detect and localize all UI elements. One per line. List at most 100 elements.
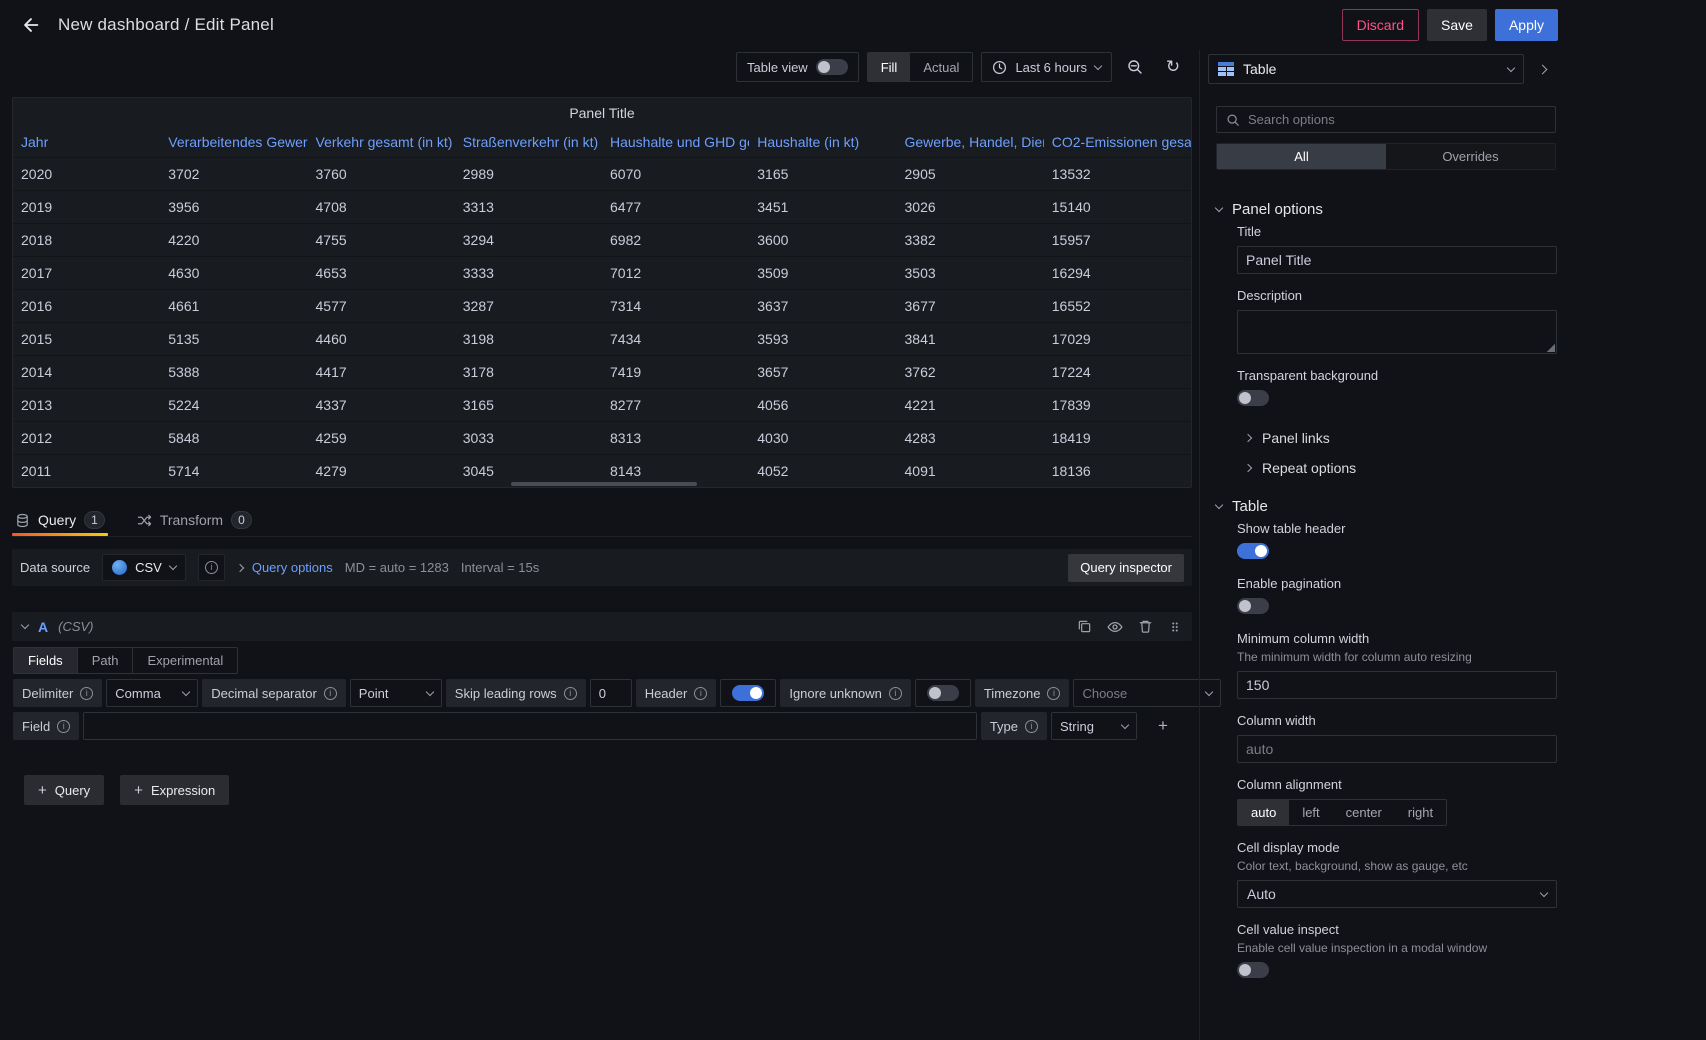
column-header[interactable]: Haushalte und GHD ge [602, 127, 749, 158]
type-select[interactable]: String [1051, 712, 1137, 740]
alignment-right[interactable]: right [1395, 800, 1446, 825]
page-title: New dashboard / Edit Panel [58, 15, 274, 35]
min-column-width-input[interactable] [1237, 671, 1557, 699]
header-toggle[interactable] [732, 685, 764, 701]
table-cell: 8277 [602, 389, 749, 422]
column-header[interactable]: Verarbeitendes Gewerl [160, 127, 307, 158]
display-mode-fill[interactable]: Fill [868, 53, 911, 81]
table-view-toggle[interactable] [816, 59, 848, 75]
horizontal-scrollbar[interactable] [511, 482, 697, 486]
table-cell: 3382 [897, 224, 1044, 257]
hide-query-icon[interactable] [1107, 619, 1123, 635]
tab-transform[interactable]: Transform 0 [134, 504, 255, 536]
alignment-center[interactable]: center [1333, 800, 1395, 825]
back-button[interactable] [16, 10, 46, 40]
plus-icon: + [1158, 716, 1168, 736]
table-cell: 4091 [897, 455, 1044, 488]
display-mode-actual[interactable]: Actual [910, 53, 972, 81]
table-row: 202037023760298960703165290513532 [13, 158, 1191, 191]
ignore-unknown-toggle[interactable] [927, 685, 959, 701]
info-icon[interactable] [564, 687, 577, 700]
table-cell: 2013 [13, 389, 160, 422]
field-name-input[interactable] [83, 712, 977, 740]
apply-button[interactable]: Apply [1495, 9, 1558, 41]
info-icon[interactable] [694, 687, 707, 700]
section-panel-options[interactable]: Panel options [1216, 194, 1557, 224]
options-search-input[interactable] [1248, 112, 1546, 127]
transparent-background-toggle[interactable] [1237, 390, 1269, 406]
tab-path[interactable]: Path [77, 648, 133, 673]
save-button[interactable]: Save [1427, 9, 1487, 41]
add-field-button[interactable]: + [1149, 712, 1177, 740]
table-cell: 4460 [308, 323, 455, 356]
column-width-input[interactable] [1237, 735, 1557, 763]
delete-query-icon[interactable] [1138, 619, 1153, 634]
table-cell: 3760 [308, 158, 455, 191]
query-editor-header[interactable]: A (CSV) [12, 612, 1192, 641]
delimiter-select[interactable]: Comma [106, 679, 198, 707]
tab-fields[interactable]: Fields [14, 648, 77, 673]
table-cell: 5388 [160, 356, 307, 389]
table-cell: 5135 [160, 323, 307, 356]
cell-value-inspect-toggle[interactable] [1237, 962, 1269, 978]
alignment-auto[interactable]: auto [1238, 800, 1289, 825]
info-icon[interactable] [889, 687, 902, 700]
panel-title[interactable]: Panel Title [13, 98, 1191, 127]
cell-display-mode-label: Cell display mode [1237, 840, 1557, 855]
decimal-separator-select[interactable]: Point [350, 679, 442, 707]
info-icon[interactable] [324, 687, 337, 700]
tab-all[interactable]: All [1217, 144, 1386, 169]
discard-button[interactable]: Discard [1342, 9, 1419, 41]
info-icon[interactable] [80, 687, 93, 700]
ignore-unknown-switch-box [915, 679, 971, 707]
enable-pagination-toggle[interactable] [1237, 598, 1269, 614]
column-header[interactable]: Straßenverkehr (in kt) [455, 127, 602, 158]
options-search[interactable] [1216, 106, 1556, 133]
table-cell: 16294 [1044, 257, 1191, 290]
table-cell: 3657 [749, 356, 896, 389]
collapse-options-button[interactable] [1528, 54, 1556, 84]
alignment-left[interactable]: left [1289, 800, 1332, 825]
time-range-picker[interactable]: Last 6 hours [981, 52, 1112, 82]
section-repeat-options[interactable]: Repeat options [1245, 453, 1557, 483]
table-cell: 3600 [749, 224, 896, 257]
show-table-header-toggle[interactable] [1237, 543, 1269, 559]
query-options-toggle[interactable]: Query options [237, 560, 333, 575]
datasource-help-button[interactable] [198, 554, 225, 581]
skip-leading-rows-input[interactable] [590, 679, 632, 707]
table-cell: 3593 [749, 323, 896, 356]
table-cell: 2989 [455, 158, 602, 191]
resize-handle-icon[interactable] [1547, 344, 1555, 352]
panel-title-input[interactable] [1237, 246, 1557, 274]
column-header[interactable]: Verkehr gesamt (in kt) [308, 127, 455, 158]
tab-experimental[interactable]: Experimental [132, 648, 237, 673]
table-cell: 4220 [160, 224, 307, 257]
query-inspector-button[interactable]: Query inspector [1068, 554, 1184, 582]
visualization-picker[interactable]: Table [1208, 54, 1524, 84]
section-table-options[interactable]: Table [1216, 491, 1557, 521]
column-header[interactable]: Haushalte (in kt) [749, 127, 896, 158]
refresh-button[interactable]: ↻ [1158, 52, 1188, 82]
add-expression-button[interactable]: + Expression [120, 775, 229, 805]
tab-overrides[interactable]: Overrides [1386, 144, 1555, 169]
description-label: Description [1237, 288, 1557, 303]
drag-handle-icon[interactable] [1168, 620, 1182, 634]
column-header[interactable]: Gewerbe, Handel, Dien [897, 127, 1044, 158]
description-textarea[interactable] [1237, 310, 1557, 354]
duplicate-icon[interactable] [1077, 619, 1092, 634]
cell-display-mode-select[interactable]: Auto [1237, 880, 1557, 908]
show-table-header-label: Show table header [1237, 521, 1557, 536]
info-icon[interactable] [1025, 720, 1038, 733]
table-cell: 3956 [160, 191, 307, 224]
zoom-out-button[interactable] [1120, 52, 1150, 82]
info-icon[interactable] [57, 720, 70, 733]
section-panel-links[interactable]: Panel links [1245, 423, 1557, 453]
tab-query[interactable]: Query 1 [12, 504, 108, 536]
min-column-width-desc: The minimum width for column auto resizi… [1237, 650, 1557, 664]
column-header[interactable]: CO2-Emissionen gesar [1044, 127, 1191, 158]
add-query-button[interactable]: + Query [24, 775, 104, 805]
datasource-picker[interactable]: CSV [102, 554, 186, 581]
info-icon[interactable] [1047, 687, 1060, 700]
column-header[interactable]: Jahr [13, 127, 160, 158]
options-sidebar: Table All Overrides Panel options Title … [1200, 50, 1706, 1040]
